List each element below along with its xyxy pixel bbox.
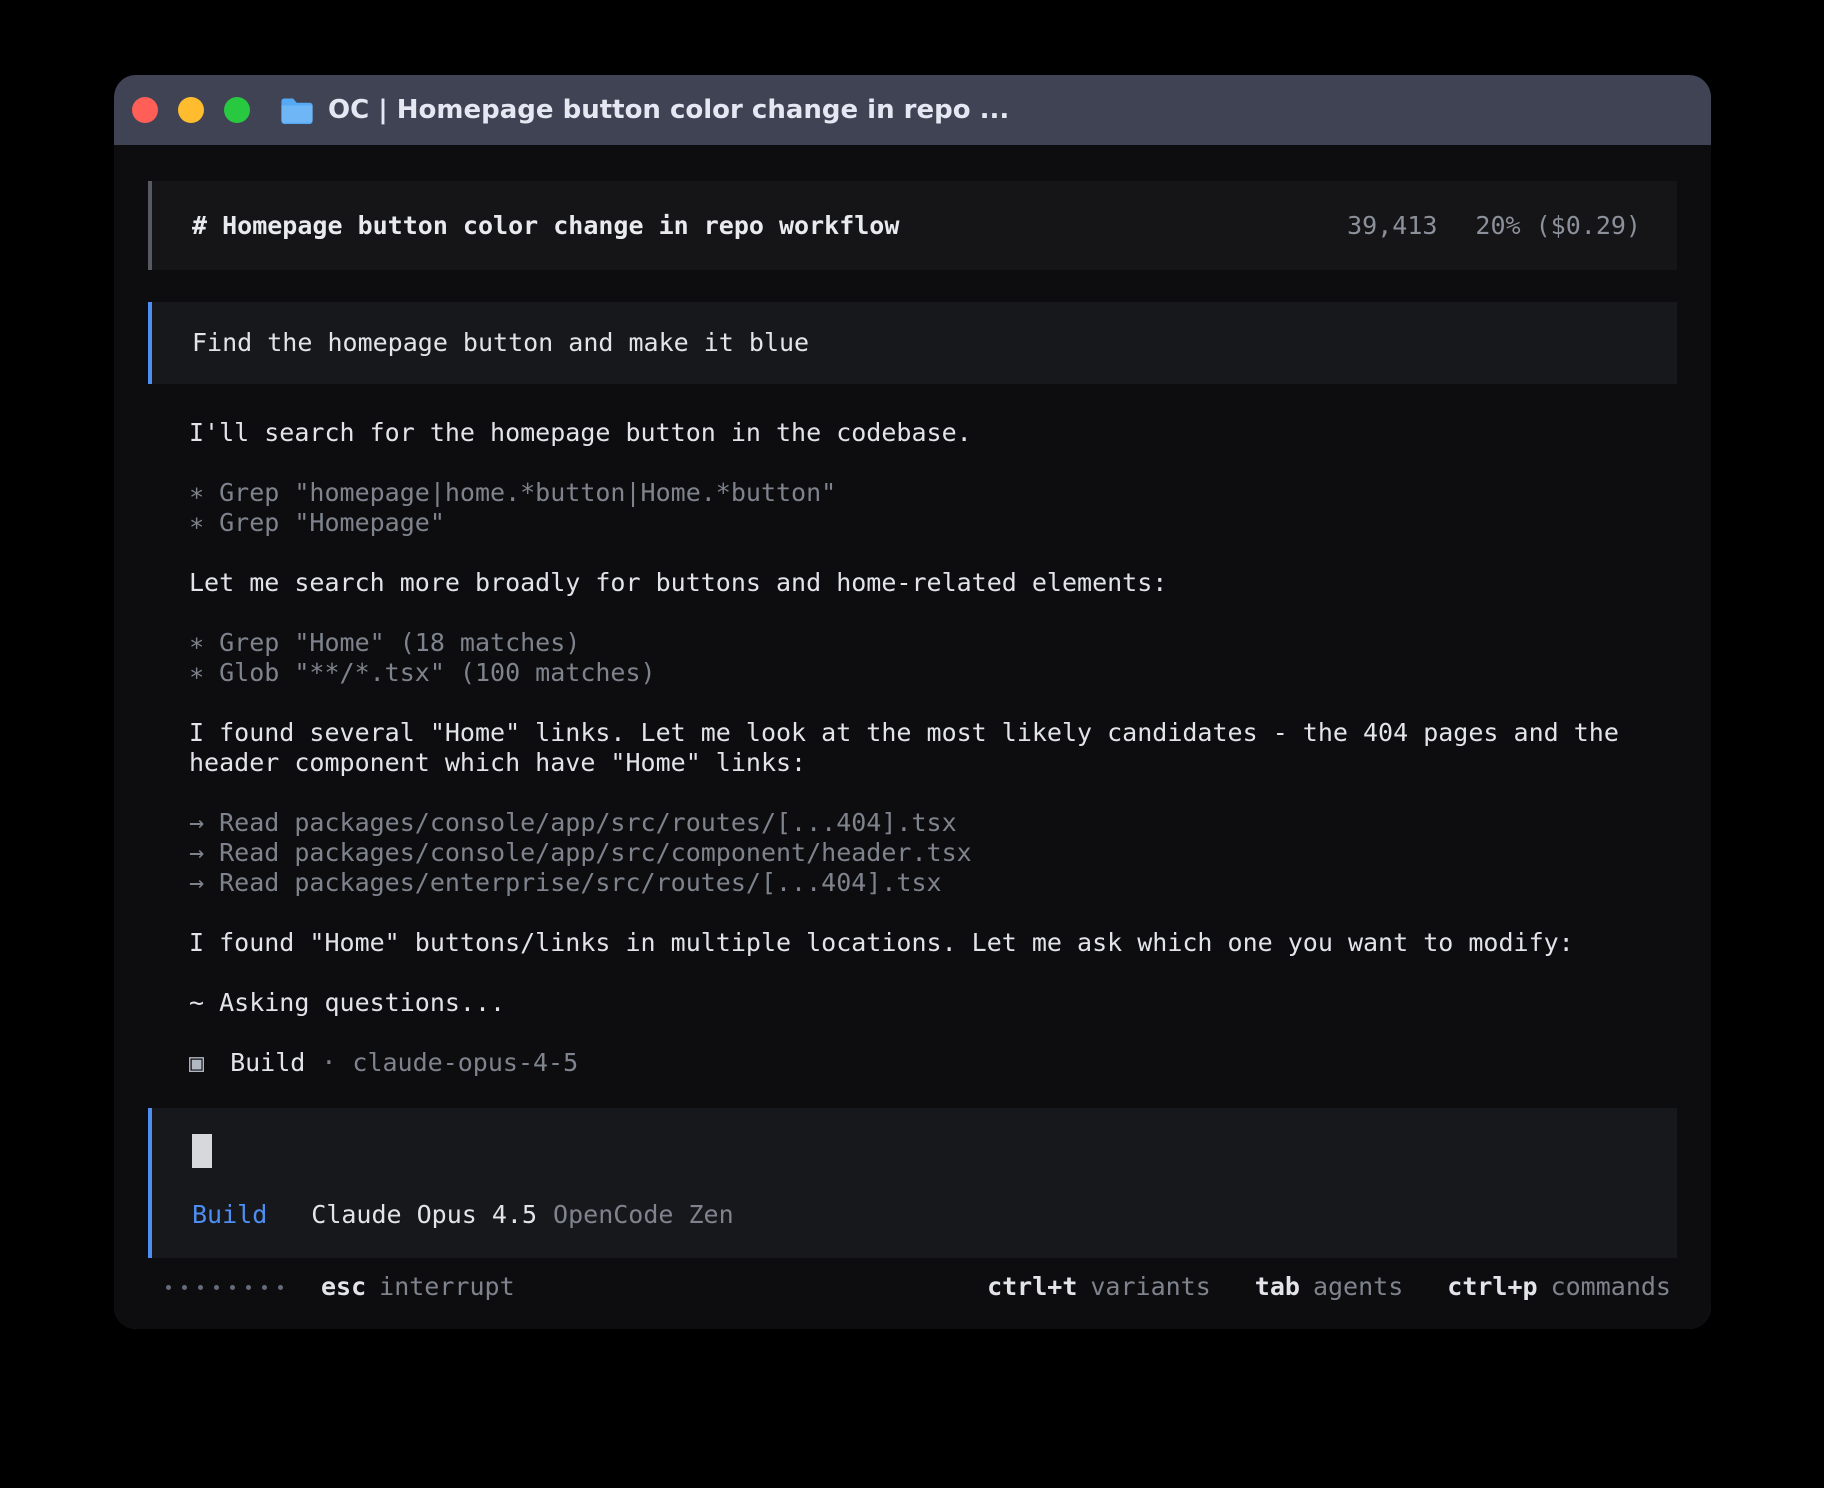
assistant-message: I found several "Home" links. Let me loo… — [189, 718, 1671, 778]
shortcut-label: agents — [1313, 1272, 1403, 1302]
status-line: ~ Asking questions... — [189, 988, 1671, 1018]
agent-model: claude-opus-4-5 — [352, 1048, 578, 1078]
footer-right: ctrl+t variants tab agents ctrl+p comman… — [987, 1272, 1671, 1302]
terminal-window: OC | Homepage button color change in rep… — [114, 75, 1711, 1329]
shortcut-label: variants — [1090, 1272, 1210, 1302]
agent-name: Build — [230, 1048, 305, 1078]
tool-call-read: → Read packages/console/app/src/routes/[… — [189, 808, 1671, 838]
shortcut-key: tab — [1255, 1272, 1300, 1302]
spinner-dot — [166, 1285, 171, 1290]
input-mode-badge: Build — [192, 1200, 267, 1230]
input-status-bar: Build Claude Opus 4.5 OpenCode Zen — [192, 1200, 1641, 1230]
close-window-button[interactable] — [132, 97, 158, 123]
tool-call-group: ∗ Grep "Home" (18 matches) ∗ Glob "**/*.… — [189, 628, 1671, 688]
user-message: Find the homepage button and make it blu… — [148, 302, 1677, 384]
tool-call-glob: ∗ Glob "**/*.tsx" (100 matches) — [189, 658, 1671, 688]
prompt-input[interactable]: Build Claude Opus 4.5 OpenCode Zen — [148, 1108, 1677, 1258]
window-title: OC | Homepage button color change in rep… — [328, 95, 1009, 125]
assistant-message: Let me search more broadly for buttons a… — [189, 568, 1671, 598]
conversation: I'll search for the homepage button in t… — [189, 418, 1671, 1078]
terminal-content: # Homepage button color change in repo w… — [114, 145, 1711, 1329]
shortcut-agents: tab agents — [1255, 1272, 1403, 1302]
input-model-name: Claude Opus 4.5 — [311, 1200, 537, 1230]
tool-call-grep: ∗ Grep "Home" (18 matches) — [189, 628, 1671, 658]
spinner-dot — [182, 1285, 187, 1290]
spinner-dot — [230, 1285, 235, 1290]
agent-line: ▣ Build · claude-opus-4-5 — [189, 1048, 1671, 1078]
user-message-text: Find the homepage button and make it blu… — [192, 328, 809, 357]
minimize-window-button[interactable] — [178, 97, 204, 123]
text-cursor-block — [192, 1134, 212, 1168]
session-title: # Homepage button color change in repo w… — [192, 211, 899, 240]
esc-key-hint: esc — [321, 1272, 366, 1302]
agent-separator: · — [321, 1048, 336, 1078]
title-bar: OC | Homepage button color change in rep… — [114, 75, 1711, 145]
tool-call-group: ∗ Grep "homepage|home.*button|Home.*butt… — [189, 478, 1671, 538]
tool-call-read: → Read packages/enterprise/src/routes/[.… — [189, 868, 1671, 898]
token-count: 39,413 — [1347, 211, 1437, 240]
session-header: # Homepage button color change in repo w… — [148, 181, 1677, 270]
shortcut-label: commands — [1551, 1272, 1671, 1302]
agent-square-icon: ▣ — [189, 1048, 204, 1078]
tool-call-group: → Read packages/console/app/src/routes/[… — [189, 808, 1671, 898]
session-stats: 39,413 20% ($0.29) — [1347, 211, 1641, 240]
spinner-dot — [198, 1285, 203, 1290]
assistant-message: I'll search for the homepage button in t… — [189, 418, 1671, 448]
window-controls — [132, 97, 250, 123]
input-provider-name: OpenCode Zen — [553, 1200, 734, 1230]
shortcut-key: ctrl+t — [987, 1272, 1077, 1302]
footer-left: esc interrupt — [166, 1272, 515, 1302]
shortcut-commands: ctrl+p commands — [1447, 1272, 1671, 1302]
shortcut-key: ctrl+p — [1447, 1272, 1537, 1302]
tool-call-read: → Read packages/console/app/src/componen… — [189, 838, 1671, 868]
status-footer: esc interrupt ctrl+t variants tab agents… — [166, 1272, 1671, 1302]
context-usage: 20% ($0.29) — [1475, 211, 1641, 240]
spinner-dot — [214, 1285, 219, 1290]
tool-call-grep: ∗ Grep "Homepage" — [189, 508, 1671, 538]
spinner-dot — [246, 1285, 251, 1290]
tool-call-grep: ∗ Grep "homepage|home.*button|Home.*butt… — [189, 478, 1671, 508]
esc-key-label: interrupt — [379, 1272, 514, 1302]
assistant-message: I found "Home" buttons/links in multiple… — [189, 928, 1671, 958]
spinner-dot — [278, 1285, 283, 1290]
spinner-dots — [166, 1285, 283, 1290]
spinner-dot — [262, 1285, 267, 1290]
folder-icon — [280, 97, 314, 124]
zoom-window-button[interactable] — [224, 97, 250, 123]
shortcut-variants: ctrl+t variants — [987, 1272, 1211, 1302]
